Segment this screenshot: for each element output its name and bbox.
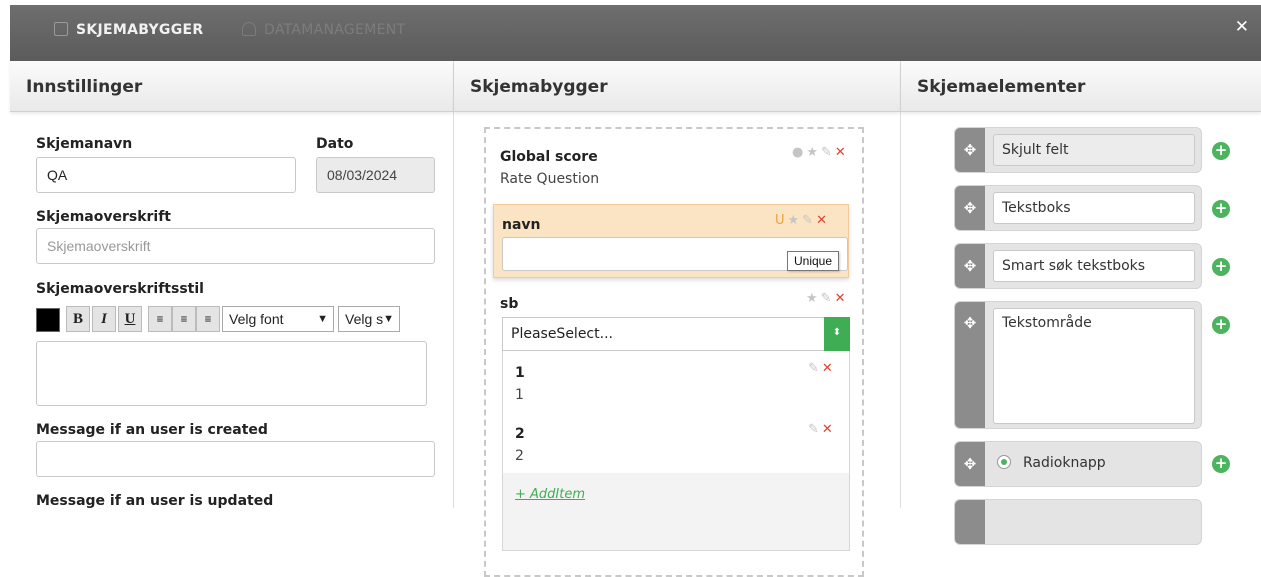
top-bar: SKJEMABYGGER DATAMANAGEMENT ✕ [10, 5, 1261, 61]
date-input[interactable]: 08/03/2024 [316, 157, 435, 193]
text-style-toolbar: B I U ≡ ≡ ≡ Velg font ▼ Velg s ▼ [36, 306, 408, 332]
move-icon[interactable]: ✥ [955, 302, 985, 428]
pencil-icon[interactable]: ✎ [802, 213, 816, 228]
option-list: 1 1 ✎✕ 2 2 ✎✕ + AddItem [502, 351, 850, 551]
option-value: 1 [515, 387, 524, 403]
form-heading-style-label: Skjemaoverskriftsstil [36, 281, 204, 297]
elements-panel: Skjemaelementer ✥ Skjult felt + ✥ Tekstb… [901, 61, 1261, 545]
add-element-icon[interactable]: + [1212, 142, 1230, 160]
chevron-down-icon: ▼ [383, 313, 394, 325]
form-name-input[interactable]: QA [36, 157, 296, 193]
move-icon[interactable]: ✥ [955, 128, 985, 172]
elements-title: Skjemaelementer [901, 61, 1261, 112]
delete-icon[interactable]: ✕ [835, 145, 849, 160]
move-icon[interactable] [955, 500, 985, 544]
add-element-icon[interactable]: + [1212, 455, 1230, 473]
add-item-link[interactable]: + AddItem [515, 487, 585, 502]
option-title: 2 [515, 426, 525, 442]
form-name-label: Skjemanavn [36, 136, 133, 152]
question-title: sb [500, 296, 519, 312]
form-heading-textarea[interactable] [36, 341, 427, 406]
move-icon[interactable]: ✥ [955, 442, 985, 486]
element-label: Tekstboks [993, 192, 1195, 224]
element-next[interactable] [954, 499, 1202, 545]
element-smart-search[interactable]: ✥ Smart søk tekstboks [954, 243, 1202, 289]
question-actions: U★✎✕ [775, 213, 830, 228]
size-select-value: Velg s [345, 311, 384, 327]
add-element-icon[interactable]: + [1212, 258, 1230, 276]
user-created-label: Message if an user is created [36, 422, 268, 438]
sb-select[interactable]: PleaseSelect... ⬍ [502, 317, 850, 351]
select-arrows-icon[interactable]: ⬍ [824, 317, 850, 351]
form-heading-input[interactable]: Skjemaoverskrift [36, 228, 435, 264]
chevron-down-icon: ▼ [317, 313, 328, 325]
add-element-icon[interactable]: + [1212, 200, 1230, 218]
delete-icon[interactable]: ✕ [816, 213, 830, 228]
element-label: Tekstområde [993, 308, 1195, 424]
tab-datamanagement[interactable]: DATAMANAGEMENT [242, 22, 405, 38]
comment-icon[interactable]: ● [792, 145, 806, 160]
radio-icon [997, 455, 1011, 469]
option-title: 1 [515, 365, 525, 381]
builder-panel: Skjemabygger Global score Rate Question … [454, 61, 901, 577]
pencil-icon[interactable]: ✎ [821, 291, 835, 306]
radio-element-content: Radioknapp [997, 455, 1106, 471]
close-icon[interactable]: ✕ [1235, 17, 1249, 37]
element-label: Smart søk tekstboks [993, 250, 1195, 282]
user-created-input[interactable] [36, 441, 435, 477]
form-heading-label: Skjemaoverskrift [36, 209, 171, 225]
underline-button[interactable]: U [118, 306, 142, 332]
option-value: 2 [515, 448, 524, 464]
pencil-icon[interactable]: ✎ [808, 422, 822, 437]
color-picker-button[interactable] [36, 308, 60, 332]
element-textarea[interactable]: ✥ Tekstområde [954, 301, 1202, 429]
element-radio[interactable]: ✥ Radioknapp [954, 441, 1202, 487]
italic-button[interactable]: I [92, 306, 116, 332]
tab-skjemabygger[interactable]: SKJEMABYGGER [54, 22, 203, 38]
star-icon[interactable]: ★ [806, 145, 821, 160]
delete-icon[interactable]: ✕ [822, 422, 836, 437]
align-right-icon[interactable]: ≡ [196, 306, 220, 332]
element-label: Radioknapp [1023, 455, 1106, 471]
date-label: Dato [316, 136, 354, 152]
delete-icon[interactable]: ✕ [822, 361, 836, 376]
question-title: Global score [500, 149, 598, 165]
select-placeholder: PleaseSelect... [511, 326, 613, 342]
builder-title: Skjemabygger [454, 61, 900, 112]
question-actions: ★✎✕ [806, 291, 848, 306]
unique-marker[interactable]: U [775, 213, 788, 228]
element-label: Skjult felt [993, 134, 1195, 166]
settings-panel: Innstillinger Skjemanavn QA Dato 08/03/2… [10, 61, 454, 509]
pencil-icon[interactable]: ✎ [808, 361, 822, 376]
tab-label: SKJEMABYGGER [76, 22, 204, 38]
delete-icon[interactable]: ✕ [835, 291, 849, 306]
question-actions: ●★✎✕ [792, 145, 849, 160]
question-type: Rate Question [500, 171, 600, 187]
unique-tooltip: Unique [787, 251, 840, 271]
tab-label: DATAMANAGEMENT [264, 22, 406, 38]
option-actions: ✎✕ [808, 422, 836, 437]
move-icon[interactable]: ✥ [955, 244, 985, 288]
question-title: navn [502, 217, 541, 233]
element-hidden-field[interactable]: ✥ Skjult felt [954, 127, 1202, 173]
database-icon [242, 22, 256, 36]
option-actions: ✎✕ [808, 361, 836, 376]
size-select[interactable]: Velg s ▼ [338, 306, 400, 332]
add-item-zone: + AddItem [503, 473, 849, 550]
star-icon[interactable]: ★ [806, 291, 821, 306]
clipboard-check-icon [54, 22, 68, 36]
font-select-value: Velg font [229, 311, 284, 327]
add-element-icon[interactable]: + [1212, 316, 1230, 334]
star-icon[interactable]: ★ [788, 213, 803, 228]
move-icon[interactable]: ✥ [955, 186, 985, 230]
element-textbox[interactable]: ✥ Tekstboks [954, 185, 1202, 231]
pencil-icon[interactable]: ✎ [821, 145, 835, 160]
font-select[interactable]: Velg font ▼ [222, 306, 334, 332]
align-center-icon[interactable]: ≡ [172, 306, 196, 332]
bold-button[interactable]: B [66, 306, 90, 332]
settings-title: Innstillinger [10, 61, 453, 112]
align-left-icon[interactable]: ≡ [148, 306, 172, 332]
user-updated-label: Message if an user is updated [36, 493, 274, 509]
